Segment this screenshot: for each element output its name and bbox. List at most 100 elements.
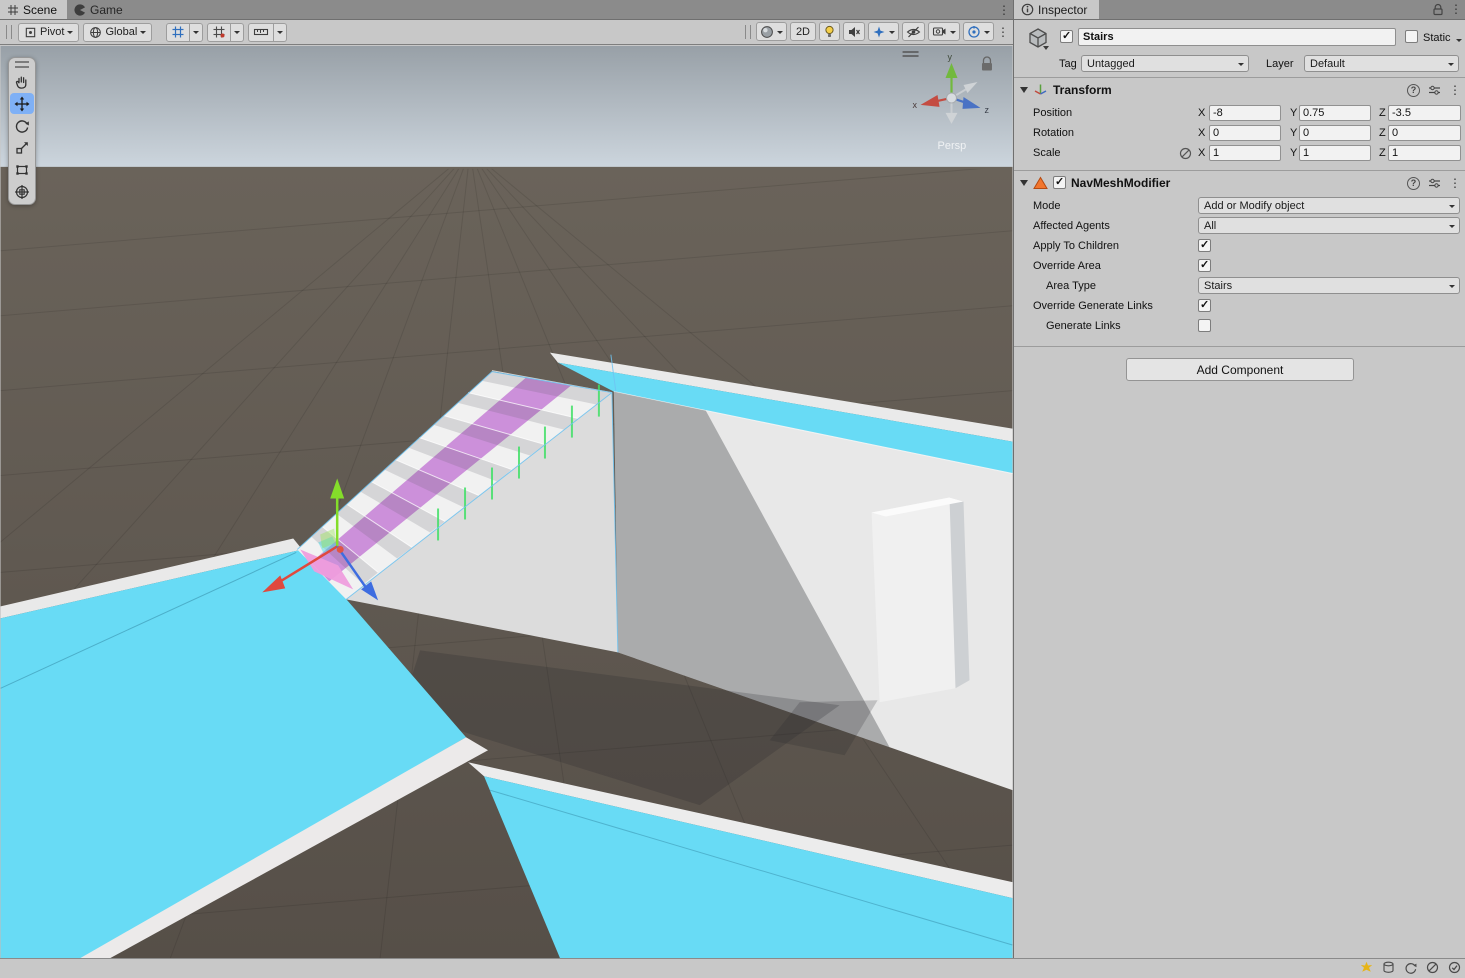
tool-strip: [8, 57, 36, 205]
position-y-field[interactable]: [1299, 105, 1371, 121]
constrain-proportions-icon[interactable]: [1179, 147, 1192, 160]
rect-tool-button[interactable]: [10, 159, 34, 180]
static-flags-dropdown-icon[interactable]: [1456, 39, 1462, 45]
help-icon[interactable]: [1407, 177, 1420, 190]
code-refresh-icon[interactable]: [1404, 961, 1417, 974]
transform-tool-button[interactable]: [10, 181, 34, 202]
projection-label[interactable]: Persp: [938, 140, 967, 152]
gizmos-icon: [967, 25, 981, 39]
lock-icon[interactable]: [1432, 3, 1444, 16]
rotation-x-field[interactable]: [1209, 125, 1281, 141]
component-enabled-checkbox[interactable]: [1053, 176, 1066, 189]
axis-z-label: Z: [1379, 127, 1386, 139]
active-checkbox[interactable]: [1060, 30, 1073, 43]
scene-lighting-button[interactable]: [819, 22, 840, 41]
chevron-down-icon: [193, 31, 199, 37]
layer-label: Layer: [1266, 58, 1294, 70]
tab-game[interactable]: Game: [67, 0, 133, 19]
global-dropdown[interactable]: Global: [83, 23, 152, 42]
snap-increment-button[interactable]: [248, 23, 287, 42]
effects-dropdown[interactable]: [868, 22, 899, 41]
scale-icon: [14, 140, 30, 156]
add-component-button[interactable]: Add Component: [1126, 358, 1354, 381]
scale-tool-button[interactable]: [10, 137, 34, 158]
override-generate-links-checkbox[interactable]: [1198, 299, 1211, 312]
scale-x-field[interactable]: [1209, 145, 1281, 161]
scene-view-menu-icon[interactable]: [997, 25, 1009, 39]
component-menu-icon[interactable]: [1449, 83, 1461, 97]
static-checkbox[interactable]: [1405, 30, 1418, 43]
camera-settings-dropdown[interactable]: [928, 22, 960, 41]
auto-generate-lighting-icon[interactable]: [1426, 961, 1439, 974]
scale-y-field[interactable]: [1299, 145, 1371, 161]
tool-strip-grip-icon[interactable]: [15, 61, 29, 68]
grid-visibility-button[interactable]: [166, 23, 203, 42]
courtyard-pillar: [872, 498, 970, 703]
axis-x-label: x: [913, 100, 918, 110]
view-hand-tool-button[interactable]: [10, 71, 34, 92]
navmeshmodifier-title: NavMeshModifier: [1071, 176, 1170, 190]
chevron-down-icon: [67, 31, 73, 37]
static-label: Static: [1423, 32, 1451, 44]
foldout-icon[interactable]: [1020, 180, 1028, 186]
inspector-icon: [1021, 3, 1034, 16]
foldout-icon[interactable]: [1020, 87, 1028, 93]
collab-notification-icon[interactable]: [1360, 961, 1373, 974]
override-area-checkbox[interactable]: [1198, 259, 1211, 272]
rotation-y-field[interactable]: [1299, 125, 1371, 141]
transform-header[interactable]: Transform: [1014, 77, 1465, 101]
hidden-objects-button[interactable]: [902, 22, 925, 41]
grid-snap-button[interactable]: [207, 23, 244, 42]
2d-toggle-button[interactable]: 2D: [790, 22, 816, 41]
gameobject-cube-icon[interactable]: [1026, 26, 1050, 50]
layer-dropdown[interactable]: Default: [1304, 55, 1459, 72]
mode-value: Add or Modify object: [1204, 200, 1304, 212]
position-z-field[interactable]: [1388, 105, 1461, 121]
component-menu-icon[interactable]: [1449, 176, 1461, 190]
inspector-menu-icon[interactable]: [1450, 2, 1462, 16]
affected-agents-dropdown[interactable]: All: [1198, 217, 1460, 234]
presets-icon[interactable]: [1428, 177, 1441, 189]
move-gizmo-center[interactable]: [337, 546, 344, 553]
generate-links-label: Generate Links: [1046, 320, 1121, 332]
axis-z-label: z: [984, 105, 989, 115]
area-type-dropdown[interactable]: Stairs: [1198, 277, 1460, 294]
pivot-icon: [24, 26, 37, 39]
tab-inspector[interactable]: Inspector: [1014, 0, 1099, 19]
affected-agents-label: Affected Agents: [1033, 220, 1110, 232]
gameobject-name-field[interactable]: [1078, 28, 1396, 46]
chevron-down-icon: [140, 31, 146, 37]
rotation-label: Rotation: [1033, 127, 1074, 139]
scene-3d-viewport[interactable]: y x z Persp: [0, 46, 1013, 958]
apply-to-children-checkbox[interactable]: [1198, 239, 1211, 252]
scene-tabbar: Scene Game: [0, 0, 1013, 20]
gizmos-dropdown[interactable]: [963, 22, 994, 41]
audio-mute-button[interactable]: [843, 22, 865, 41]
draw-mode-dropdown[interactable]: [756, 22, 787, 41]
affected-agents-row: Affected Agents All: [1014, 216, 1465, 236]
toolbar-drag-handle[interactable]: [6, 25, 12, 39]
rotation-z-field[interactable]: [1388, 125, 1461, 141]
scale-z-field[interactable]: [1388, 145, 1461, 161]
tag-dropdown[interactable]: Untagged: [1081, 55, 1249, 72]
generate-links-checkbox[interactable]: [1198, 319, 1211, 332]
axis-x-label: X: [1198, 127, 1205, 139]
toolbar-drag-handle[interactable]: [745, 25, 751, 39]
axis-center[interactable]: [947, 93, 957, 103]
presets-icon[interactable]: [1428, 84, 1441, 96]
scene-tab-menu-icon[interactable]: [998, 3, 1010, 17]
lightbulb-icon: [823, 25, 836, 39]
position-x-field[interactable]: [1209, 105, 1281, 121]
navmeshmodifier-header[interactable]: NavMeshModifier: [1014, 170, 1465, 194]
help-icon[interactable]: [1407, 84, 1420, 97]
pivot-dropdown[interactable]: Pivot: [18, 23, 79, 42]
activity-indicator-icon[interactable]: [1448, 961, 1461, 974]
mode-dropdown[interactable]: Add or Modify object: [1198, 197, 1460, 214]
inspector-panel: Inspector Static Tag Untagged Layer: [1013, 0, 1465, 958]
move-tool-button[interactable]: [10, 93, 34, 114]
tab-scene[interactable]: Scene: [0, 0, 67, 19]
scene-render[interactable]: y x z Persp: [0, 46, 1013, 958]
scene-pane: Scene Game Pivot Global: [0, 0, 1013, 958]
cache-server-icon[interactable]: [1382, 961, 1395, 974]
rotate-tool-button[interactable]: [10, 115, 34, 136]
